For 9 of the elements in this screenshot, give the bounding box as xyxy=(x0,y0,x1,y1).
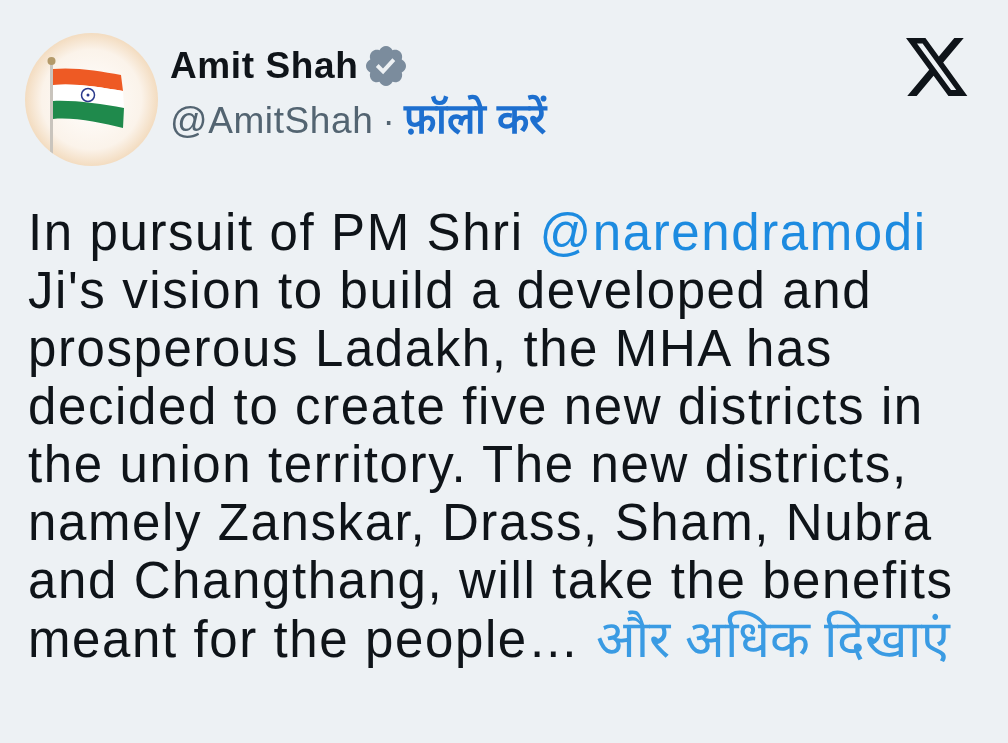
tweet-text: In pursuit of PM Shri @narendramodi Ji's vision to build a developed and prosperous Ladakh, the MHA has decided to create five new districts in the union territory. The new districts, namely Zanskar, Drass, Sham, Nubra and Changthang, will take the benefits meant for the people… और अधिक दिखाएं xyxy=(28,204,955,669)
separator-dot: · xyxy=(382,99,395,143)
flag-avatar[interactable] xyxy=(25,33,158,166)
mention-link[interactable]: @narendramodi xyxy=(539,204,927,261)
logo-icon xyxy=(906,38,968,96)
author-name: Amit Shah xyxy=(170,44,359,88)
author-handle: @AmitShah xyxy=(170,99,374,143)
follow-link[interactable]: फ़ॉलो करें xyxy=(403,96,547,142)
show-more-link[interactable]: और अधिक दिखाएं xyxy=(596,610,951,668)
